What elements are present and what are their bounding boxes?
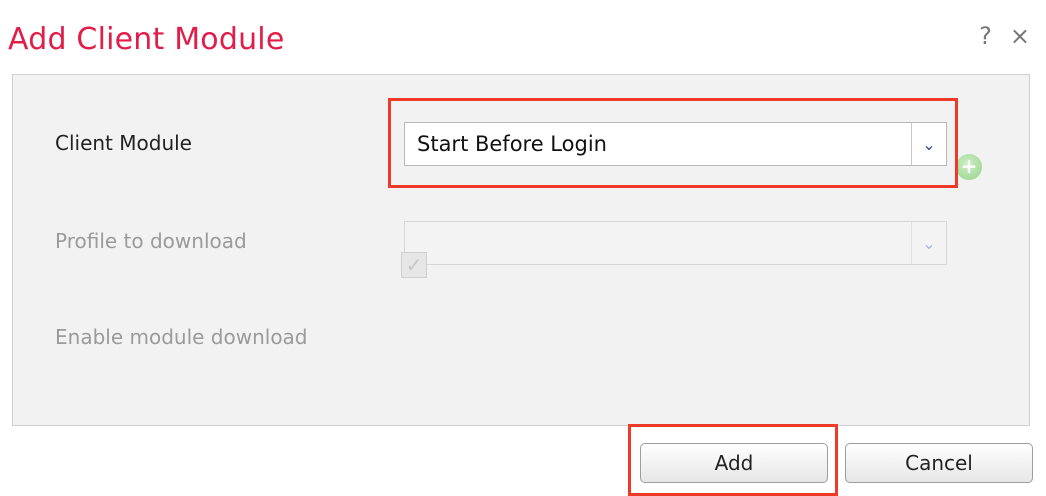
add-button[interactable]: Add — [640, 443, 828, 483]
add-profile-icon[interactable]: + — [956, 154, 982, 180]
client-module-label: Client Module — [55, 131, 192, 155]
dialog-title: Add Client Module — [8, 22, 285, 57]
client-module-value: Start Before Login — [417, 132, 607, 156]
add-client-module-dialog: Add Client Module ? × Client Module Star… — [0, 0, 1046, 496]
cancel-button[interactable]: Cancel — [845, 443, 1033, 483]
help-icon[interactable]: ? — [979, 24, 992, 48]
profile-select[interactable]: ⌄ — [404, 221, 947, 265]
enable-download-checkbox[interactable]: ✓ — [401, 252, 427, 278]
chevron-down-icon[interactable]: ⌄ — [911, 123, 946, 165]
client-module-select[interactable]: Start Before Login ⌄ — [404, 122, 947, 166]
profile-label: Profile to download — [55, 229, 247, 253]
form-panel: Client Module Start Before Login ⌄ Profi… — [12, 74, 1030, 426]
enable-download-label: Enable module download — [55, 325, 308, 349]
header-icons: ? × — [979, 24, 1030, 48]
chevron-down-icon[interactable]: ⌄ — [911, 222, 946, 264]
close-icon[interactable]: × — [1010, 24, 1030, 48]
check-icon: ✓ — [405, 253, 423, 277]
